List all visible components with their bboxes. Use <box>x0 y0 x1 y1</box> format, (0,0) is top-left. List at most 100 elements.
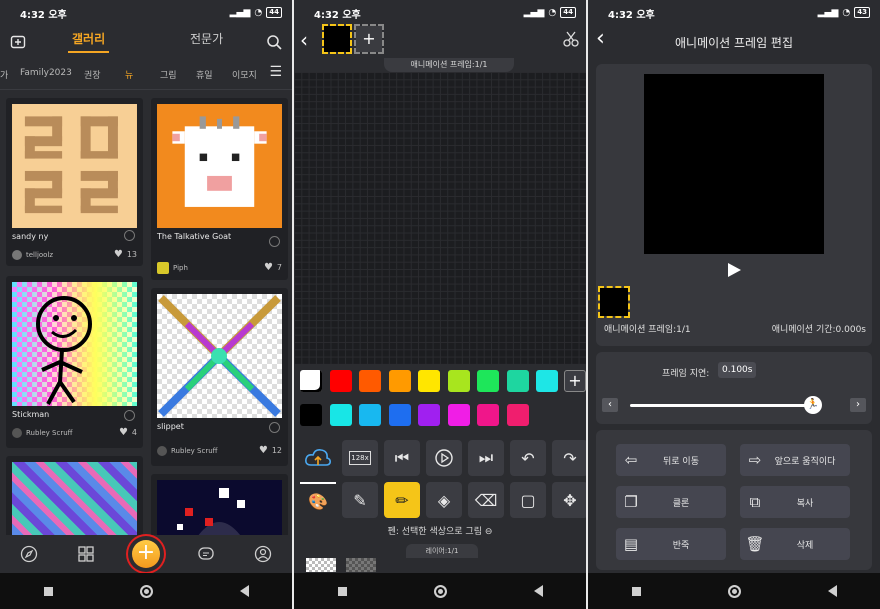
shape-icon[interactable]: ▢ <box>510 482 546 518</box>
last-frame-icon[interactable]: ⏭ <box>468 440 504 476</box>
compass-icon[interactable] <box>18 543 40 565</box>
add-frame-button[interactable]: + <box>354 24 384 54</box>
category-item[interactable]: Family2023 <box>20 68 72 78</box>
like-count[interactable]: ♥ 7 <box>264 262 282 273</box>
color-swatch[interactable] <box>388 404 411 426</box>
layer-label[interactable]: 레이어:1/1 <box>406 544 478 558</box>
delay-slider-thumb[interactable]: 🏃 <box>804 396 822 414</box>
palette-icon[interactable]: 🎨 <box>300 482 336 518</box>
back-icon[interactable] <box>239 585 249 597</box>
create-button[interactable]: + <box>131 540 160 568</box>
artwork-card[interactable] <box>6 456 143 546</box>
undo-icon[interactable]: ↶ <box>510 440 546 476</box>
copy-button[interactable]: ⧉ 복사 <box>740 486 850 518</box>
pen-icon[interactable]: ✏ <box>384 482 420 518</box>
move-forward-button[interactable]: ⇨ 앞으로 움직이다 <box>740 444 850 476</box>
like-count[interactable]: ♥ 13 <box>114 249 137 260</box>
share-icon[interactable] <box>124 230 135 241</box>
artwork-card[interactable]: slippet Rubley Scruff ♥ 12 <box>151 288 288 466</box>
delete-button[interactable]: 🗑 삭제 <box>740 528 850 560</box>
like-number: 4 <box>131 428 137 437</box>
frame-thumbnail[interactable] <box>322 24 352 54</box>
artwork-thumbnail <box>12 282 137 406</box>
recents-icon[interactable] <box>631 586 641 596</box>
move-icon[interactable]: ✥ <box>552 482 586 518</box>
color-swatch[interactable] <box>477 404 499 426</box>
tab-expert[interactable]: 전문가 <box>190 30 223 47</box>
layer-thumbnail[interactable] <box>346 558 376 572</box>
color-swatch[interactable] <box>359 370 381 392</box>
artwork-card[interactable]: The Talkative Goat Piph ♥ 7 <box>151 98 288 280</box>
move-back-button[interactable]: ⇦ 뒤로 이동 <box>616 444 726 476</box>
color-swatch[interactable] <box>447 404 470 426</box>
category-item[interactable]: 가 <box>0 68 8 81</box>
grid-icon[interactable] <box>75 543 97 565</box>
home-icon[interactable] <box>433 584 447 598</box>
back-icon[interactable] <box>827 585 837 597</box>
canvas-size-icon[interactable]: 128x <box>342 440 378 476</box>
artwork-author[interactable]: telljoolz <box>12 250 53 260</box>
copy-icon: ⧉ <box>749 493 761 511</box>
frame-thumbnail[interactable] <box>598 286 630 318</box>
menu-icon[interactable]: ☰ <box>269 64 282 80</box>
increase-delay-button[interactable]: › <box>850 398 866 412</box>
delay-slider-track[interactable] <box>630 404 812 407</box>
search-icon[interactable] <box>266 34 282 50</box>
like-count[interactable]: ♥ 12 <box>259 445 282 456</box>
profile-icon[interactable] <box>252 543 274 565</box>
color-swatch[interactable] <box>506 370 529 392</box>
add-color-button[interactable]: + <box>564 370 586 392</box>
color-swatch[interactable] <box>506 404 529 426</box>
color-swatch[interactable] <box>359 404 381 426</box>
artwork-card[interactable]: sandy ny telljoolz ♥ 13 <box>6 98 143 266</box>
category-item[interactable]: 휴일 <box>196 68 213 81</box>
color-swatch[interactable] <box>418 370 440 392</box>
paste-button[interactable]: ▤ 반죽 <box>616 528 726 560</box>
artwork-thumbnail <box>12 104 137 228</box>
layer-thumbnail[interactable] <box>306 558 336 572</box>
share-icon[interactable] <box>269 236 280 247</box>
clone-button[interactable]: ❐ 클론 <box>616 486 726 518</box>
category-item[interactable]: 권장 <box>84 68 101 81</box>
color-swatch[interactable] <box>447 370 470 392</box>
play-icon[interactable] <box>426 440 462 476</box>
share-icon[interactable] <box>124 410 135 421</box>
color-swatch[interactable] <box>329 404 352 426</box>
color-swatch[interactable] <box>329 370 352 392</box>
category-item[interactable]: 그림 <box>160 68 177 81</box>
artwork-card[interactable]: Stickman Rubley Scruff ♥ 4 <box>6 276 143 448</box>
color-swatch[interactable] <box>388 370 411 392</box>
play-icon[interactable] <box>726 262 742 278</box>
category-item[interactable]: 이모지 <box>232 68 257 81</box>
first-frame-icon[interactable]: ⏮ <box>384 440 420 476</box>
category-item-selected[interactable]: 뉴 <box>125 68 133 81</box>
eyedropper-icon[interactable]: ✎ <box>342 482 378 518</box>
recents-icon[interactable] <box>43 586 53 596</box>
color-swatch[interactable] <box>477 370 499 392</box>
redo-icon[interactable]: ↷ <box>552 440 586 476</box>
artwork-author[interactable]: Rubley Scruff <box>157 446 217 456</box>
scissors-icon[interactable] <box>562 30 580 48</box>
back-icon[interactable] <box>533 585 543 597</box>
color-swatch[interactable] <box>418 404 440 426</box>
cloud-upload-icon[interactable] <box>300 440 336 476</box>
like-count[interactable]: ♥ 4 <box>119 427 137 438</box>
artwork-author[interactable]: Piph <box>157 262 188 274</box>
artwork-author[interactable]: Rubley Scruff <box>12 428 72 438</box>
drawing-canvas[interactable] <box>294 72 586 364</box>
back-arrow-icon[interactable]: ‹ <box>300 28 308 52</box>
more-icon[interactable]: ⊖ <box>485 527 493 537</box>
recents-icon[interactable] <box>337 586 347 596</box>
chat-icon[interactable] <box>195 543 217 565</box>
fill-bucket-icon[interactable]: ◈ <box>426 482 462 518</box>
color-swatch[interactable] <box>300 370 322 392</box>
color-swatch[interactable] <box>536 370 558 392</box>
tab-gallery[interactable]: 갤러리 <box>67 30 110 53</box>
home-icon[interactable] <box>727 584 741 598</box>
eraser-icon[interactable]: ⌫ <box>468 482 504 518</box>
share-icon[interactable] <box>269 422 280 433</box>
decrease-delay-button[interactable]: ‹ <box>602 398 618 412</box>
color-swatch[interactable] <box>300 404 322 426</box>
home-icon[interactable] <box>139 584 153 598</box>
add-icon[interactable] <box>10 34 26 50</box>
